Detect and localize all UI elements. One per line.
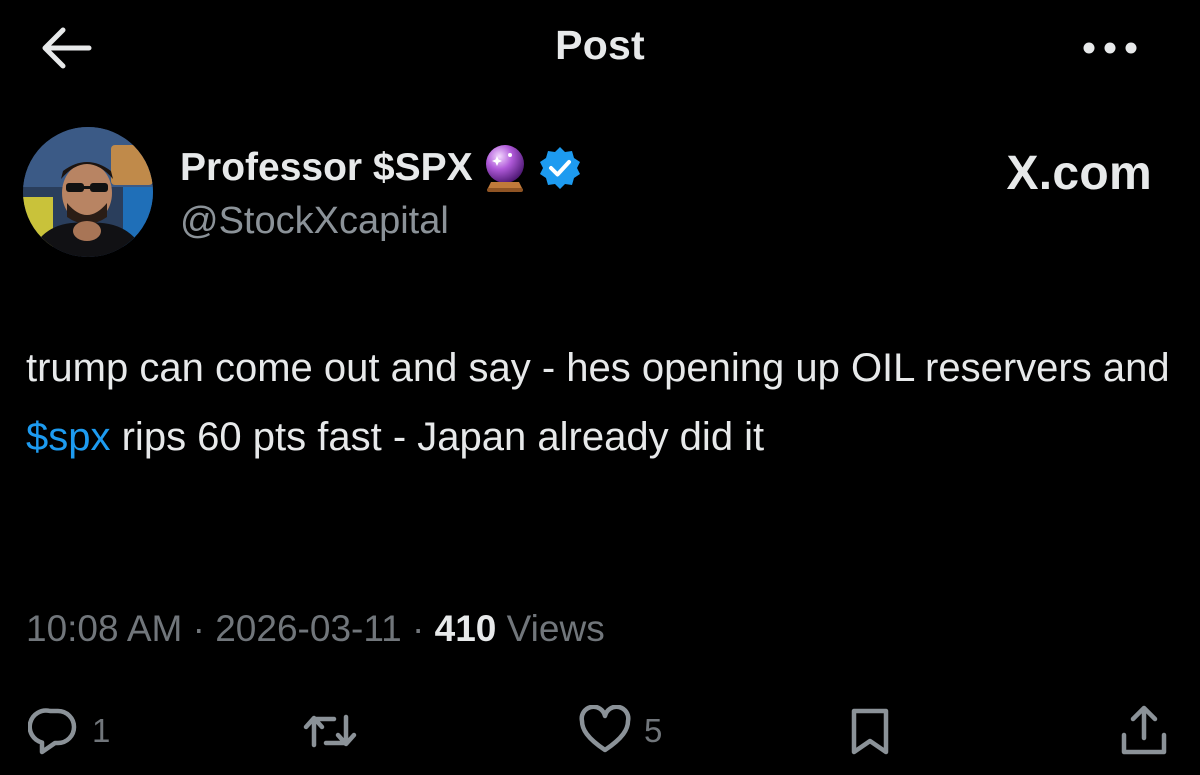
post-time[interactable]: 10:08 AM — [26, 608, 182, 649]
author-name-row[interactable]: Professor $SPX — [180, 140, 583, 196]
source-watermark: X.com — [1006, 147, 1152, 200]
author-handle[interactable]: @StockXcapital — [180, 200, 449, 243]
action-bar: 1 5 — [0, 700, 1200, 762]
post-date[interactable]: 2026-03-11 — [215, 608, 402, 649]
post-screen: Post Professor $SPX @StockXcapital X.com… — [0, 0, 1200, 775]
reply-button[interactable]: 1 — [28, 700, 110, 762]
post-meta: 10:08 AM · 2026-03-11 · 410 Views — [26, 608, 605, 650]
avatar-image — [23, 127, 153, 257]
meta-separator: · — [192, 608, 205, 649]
verified-badge-icon — [537, 145, 583, 191]
top-bar: Post — [0, 0, 1200, 95]
cashtag-link[interactable]: $spx — [26, 415, 111, 459]
share-icon — [1121, 705, 1167, 755]
heart-icon — [579, 705, 631, 753]
like-button[interactable]: 5 — [578, 700, 662, 762]
bookmark-icon — [851, 708, 889, 755]
views-label: Views — [506, 608, 605, 649]
like-count: 5 — [644, 712, 663, 749]
meta-separator: · — [412, 608, 425, 649]
share-button[interactable] — [1118, 700, 1170, 762]
post-text-end: rips 60 pts fast - Japan already did it — [110, 415, 765, 459]
avatar[interactable] — [23, 127, 153, 257]
author-name[interactable]: Professor $SPX — [180, 146, 473, 190]
repost-icon — [303, 714, 357, 748]
reply-count: 1 — [92, 712, 111, 749]
reply-icon — [28, 708, 77, 755]
more-horizontal-icon — [1083, 42, 1137, 54]
more-options-button[interactable] — [1075, 26, 1145, 70]
crystal-ball-icon — [479, 142, 531, 194]
page-title: Post — [555, 22, 645, 68]
views-count: 410 — [434, 608, 497, 649]
post-text: trump can come out and say - hes opening… — [26, 334, 1176, 472]
repost-button[interactable] — [300, 700, 372, 762]
bookmark-button[interactable] — [846, 700, 894, 762]
post-text-start: trump can come out and say - hes opening… — [26, 346, 1170, 390]
